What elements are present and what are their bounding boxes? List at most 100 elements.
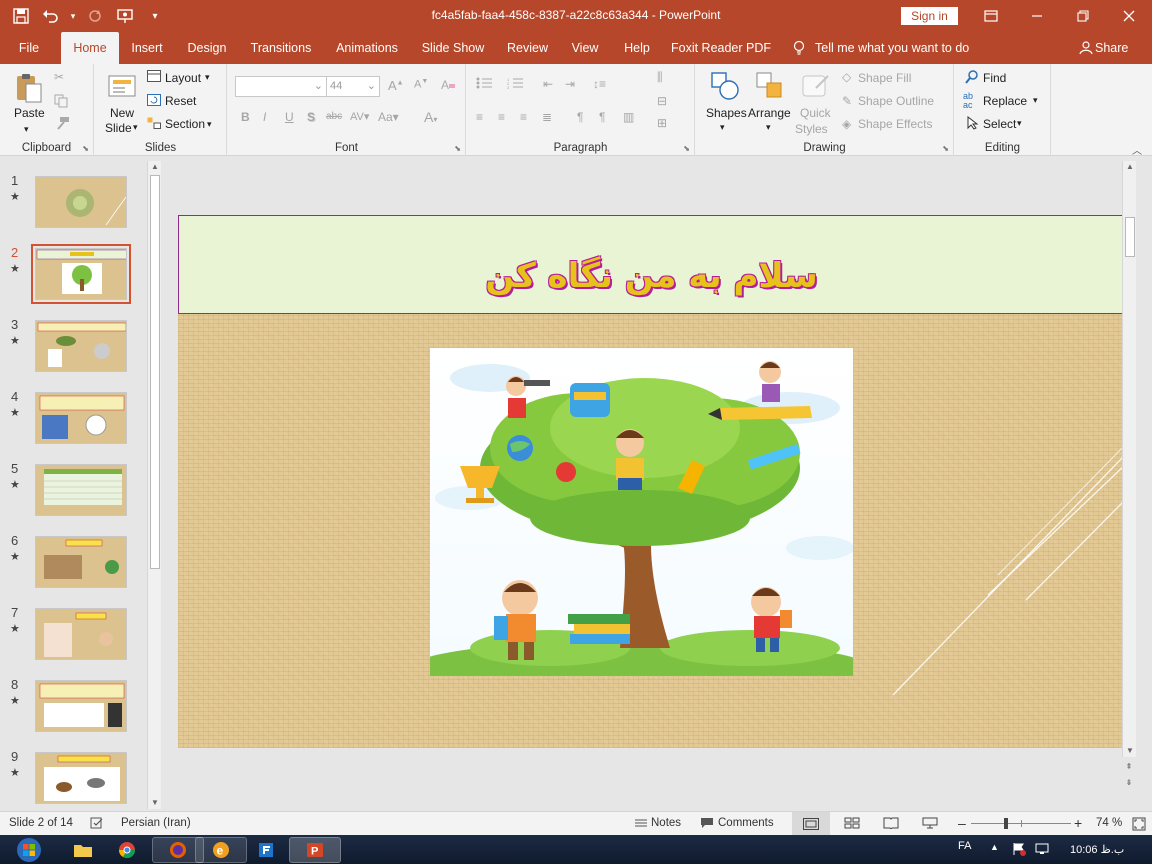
slide-scroll-thumb[interactable] (1125, 217, 1135, 257)
shapes-button[interactable]: Shapes (706, 106, 747, 120)
shape-fill-icon[interactable]: ◇ (842, 70, 851, 84)
tab-review[interactable]: Review (500, 32, 555, 64)
slide-thumbnail-7[interactable] (35, 608, 127, 660)
tree-kids-illustration[interactable] (430, 348, 853, 676)
section-dropdown-icon[interactable]: ▾ (207, 119, 212, 130)
quick-styles-label[interactable]: Quick (800, 106, 831, 120)
font-color-icon[interactable]: A▾ (424, 109, 437, 125)
underline-icon[interactable]: U (285, 110, 294, 124)
decrease-indent-icon[interactable]: ⇤ (543, 77, 553, 91)
rtl-icon[interactable]: ¶ (599, 110, 605, 124)
tab-transitions[interactable]: Transitions (244, 32, 318, 64)
select-button[interactable]: Select (983, 117, 1016, 131)
slide-thumbnail-2[interactable] (31, 244, 131, 304)
replace-button[interactable]: Replace (983, 94, 1027, 108)
ribbon-display-options-icon[interactable] (968, 0, 1014, 32)
font-name-combo[interactable]: ⌄ (235, 76, 327, 97)
align-text-icon[interactable]: ⊟ (657, 94, 667, 108)
slide-thumbnail-4[interactable] (35, 392, 127, 444)
reset-button[interactable]: Reset (165, 94, 196, 108)
strikethrough-icon[interactable]: abc (326, 111, 342, 122)
paragraph-launcher-icon[interactable]: ⬊ (683, 144, 690, 153)
arrange-icon[interactable] (754, 70, 784, 100)
section-icon[interactable] (147, 117, 161, 132)
find-icon[interactable] (965, 70, 979, 87)
columns-icon[interactable]: ▥ (623, 110, 634, 124)
layout-dropdown-icon[interactable]: ▾ (205, 72, 210, 83)
arrange-button[interactable]: Arrange (748, 106, 791, 120)
shape-fill-button[interactable]: Shape Fill (858, 71, 911, 85)
slide-scrollbar[interactable]: ▲ ▼ (1122, 161, 1136, 757)
input-language-indicator[interactable]: FA (958, 840, 971, 852)
text-shadow-icon[interactable]: S (307, 110, 315, 124)
copy-icon[interactable] (54, 94, 70, 111)
slide-title[interactable]: سلام به من نگاه کن (179, 256, 1124, 296)
comments-icon[interactable] (700, 817, 714, 832)
share-person-icon[interactable] (1077, 32, 1095, 64)
reset-icon[interactable] (147, 94, 161, 109)
slide-thumbnail-6[interactable] (35, 536, 127, 588)
tab-home[interactable]: Home (61, 32, 119, 64)
slide-thumbnail-8[interactable] (35, 680, 127, 732)
powerpoint-taskbar-icon[interactable]: P (289, 837, 341, 863)
shape-outline-icon[interactable]: ✎ (842, 94, 852, 108)
align-center-icon[interactable]: ≡ (498, 110, 505, 124)
notes-icon[interactable] (634, 817, 648, 832)
select-cursor-icon[interactable] (967, 115, 979, 133)
sign-in-button[interactable]: Sign in (901, 7, 958, 25)
select-dropdown-icon[interactable]: ▾ (1017, 118, 1022, 129)
align-left-icon[interactable]: ≡ (476, 110, 483, 124)
paste-button[interactable]: Paste (14, 106, 45, 120)
tab-file[interactable]: File (8, 32, 50, 64)
replace-dropdown-icon[interactable]: ▾ (1033, 95, 1038, 106)
tab-insert[interactable]: Insert (124, 32, 170, 64)
thumbnail-scroll-thumb[interactable] (150, 175, 160, 569)
scroll-down-icon[interactable]: ▼ (1123, 745, 1137, 757)
spelling-check-icon[interactable] (90, 817, 104, 832)
share-button[interactable]: Share (1095, 32, 1133, 64)
chrome-icon[interactable] (101, 837, 153, 863)
new-slide-icon[interactable] (107, 70, 137, 100)
cut-icon[interactable]: ✂ (54, 70, 64, 84)
tab-design[interactable]: Design (180, 32, 234, 64)
scroll-up-icon[interactable]: ▲ (148, 161, 162, 173)
justify-icon[interactable]: ≣ (542, 110, 552, 124)
notes-button[interactable]: Notes (651, 817, 681, 829)
character-spacing-icon[interactable]: AV▾ (350, 110, 369, 123)
network-icon[interactable] (1034, 842, 1050, 859)
new-slide-label[interactable]: New (110, 106, 134, 120)
drawing-launcher-icon[interactable]: ⬊ (942, 144, 949, 153)
tab-help[interactable]: Help (615, 32, 659, 64)
layout-icon[interactable] (147, 70, 161, 85)
bold-icon[interactable]: B (241, 110, 250, 124)
quick-styles-icon[interactable] (800, 70, 830, 100)
zoom-slider[interactable] (971, 812, 1071, 836)
paste-icon[interactable] (14, 72, 44, 103)
smartart-icon[interactable]: ⊞ (657, 116, 667, 130)
collapse-ribbon-icon[interactable]: ︿ (1132, 142, 1142, 157)
comments-button[interactable]: Comments (718, 817, 774, 829)
next-slide-icon[interactable]: ⇟ (1122, 777, 1136, 789)
quick-styles-label-2[interactable]: Styles (795, 122, 828, 136)
align-right-icon[interactable]: ≡ (520, 110, 527, 124)
line-spacing-icon[interactable]: ↕≡ (593, 77, 606, 91)
zoom-percent[interactable]: 74 % (1096, 817, 1122, 829)
zoom-out-icon[interactable]: – (958, 815, 966, 831)
system-clock[interactable]: 10:06 ب.ظ (1070, 843, 1124, 856)
layout-button[interactable]: Layout (165, 71, 201, 85)
arrange-dropdown-icon[interactable]: ▾ (766, 122, 771, 133)
paste-dropdown-icon[interactable]: ▾ (24, 124, 29, 135)
slide-thumbnail-1[interactable] (35, 176, 127, 228)
slide-thumbnail-3[interactable] (35, 320, 127, 372)
increase-indent-icon[interactable]: ⇥ (565, 77, 575, 91)
previous-slide-icon[interactable]: ⇞ (1122, 761, 1136, 773)
tab-slide-show[interactable]: Slide Show (416, 32, 490, 64)
shapes-icon[interactable] (709, 70, 739, 100)
font-launcher-icon[interactable]: ⬊ (454, 144, 461, 153)
font-size-combo[interactable]: 44 ⌄ (326, 76, 380, 97)
font-name-dropdown-icon[interactable]: ⌄ (314, 77, 323, 96)
minimize-icon[interactable] (1014, 0, 1060, 32)
windows-start-icon[interactable] (2, 835, 56, 864)
clipboard-launcher-icon[interactable]: ⬊ (82, 144, 89, 153)
slide-thumbnail-5[interactable] (35, 464, 127, 516)
